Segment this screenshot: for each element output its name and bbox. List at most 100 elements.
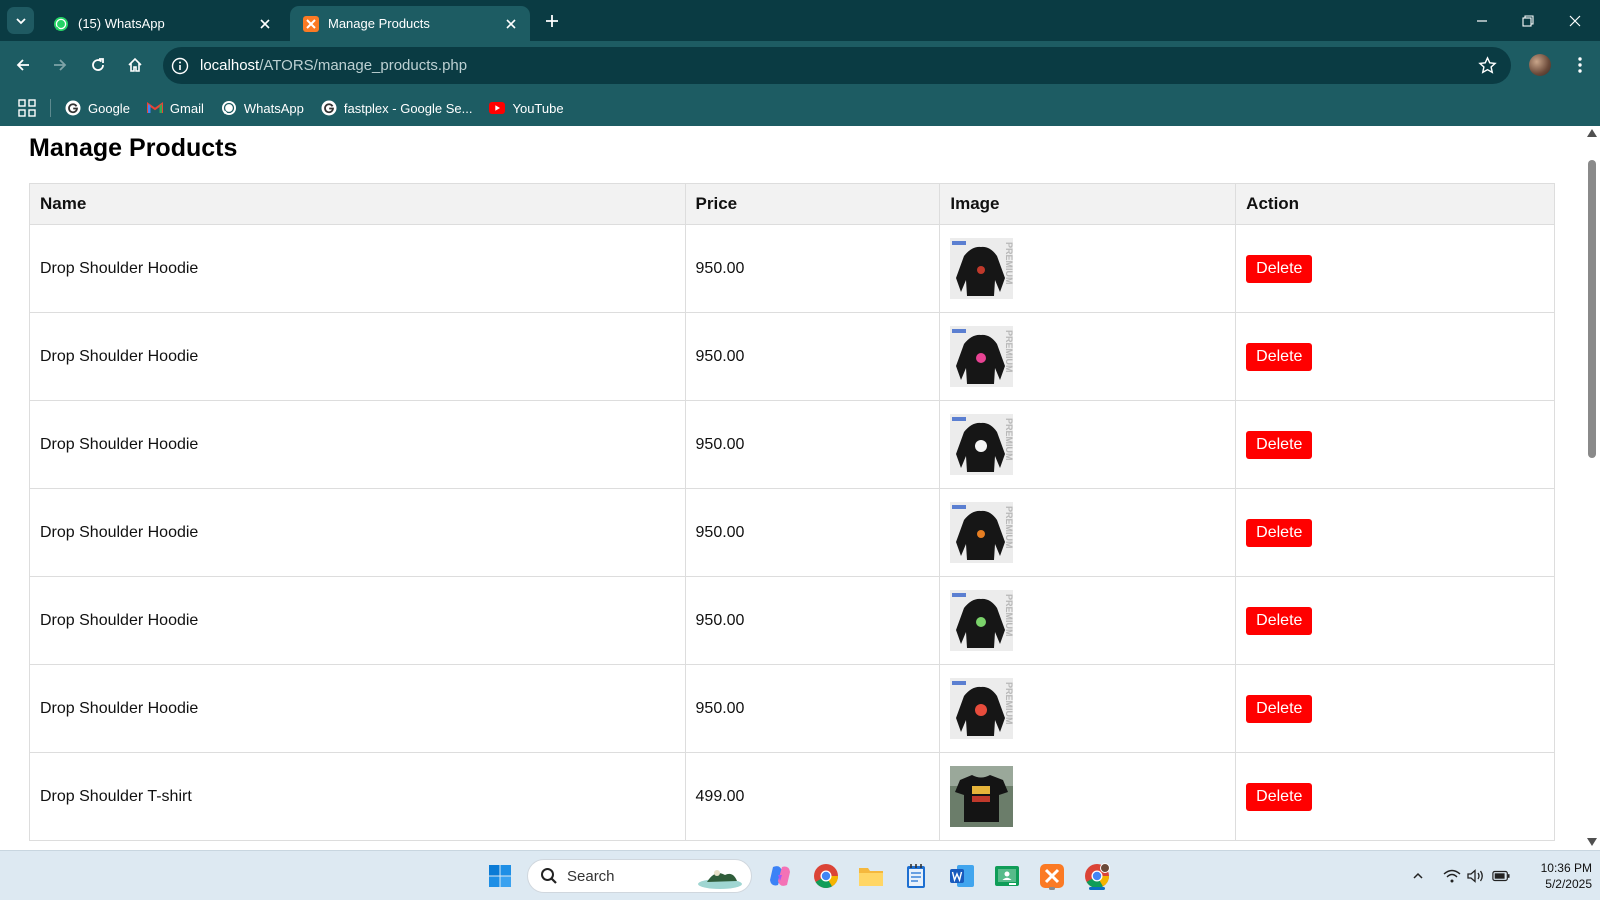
close-window-button[interactable] xyxy=(1562,8,1588,34)
arrow-left-icon xyxy=(16,59,29,71)
hoodie-thumbnail: PREMIUM xyxy=(950,502,1014,563)
svg-text:PREMIUM: PREMIUM xyxy=(1004,418,1013,461)
scroll-up-arrow-icon[interactable] xyxy=(1587,129,1597,137)
products-table: Name Price Image Action Drop Shoulder Ho… xyxy=(29,183,1555,841)
product-name: Drop Shoulder Hoodie xyxy=(29,576,686,665)
apps-grid-icon[interactable] xyxy=(18,99,36,117)
restore-button[interactable] xyxy=(1515,8,1541,34)
notepad-app[interactable] xyxy=(900,860,932,892)
tab-manage-products[interactable]: Manage Products xyxy=(290,6,530,41)
product-action-cell: Delete xyxy=(1235,664,1555,753)
close-icon xyxy=(1569,15,1581,27)
tab-whatsapp[interactable]: (15) WhatsApp xyxy=(40,6,284,41)
google-icon xyxy=(321,100,337,116)
bookmark-whatsapp[interactable]: WhatsApp xyxy=(221,100,304,116)
notepad-icon xyxy=(907,864,925,888)
file-explorer-app[interactable] xyxy=(855,860,887,892)
hoodie-thumbnail: PREMIUM xyxy=(950,326,1014,387)
chrome-app[interactable] xyxy=(810,860,842,892)
page-scrollbar[interactable] xyxy=(1584,126,1600,850)
forward-button[interactable] xyxy=(47,52,73,78)
copilot-app[interactable] xyxy=(764,860,796,892)
product-name: Drop Shoulder Hoodie xyxy=(29,224,686,313)
scroll-down-arrow-icon[interactable] xyxy=(1587,838,1597,846)
bookmark-label: YouTube xyxy=(512,100,564,116)
column-header-price: Price xyxy=(684,183,941,225)
active-indicator xyxy=(1089,887,1105,890)
delete-button[interactable]: Delete xyxy=(1246,518,1313,547)
classroom-app[interactable] xyxy=(991,860,1023,892)
tab-title: (15) WhatsApp xyxy=(78,16,165,31)
delete-button[interactable]: Delete xyxy=(1246,254,1313,283)
new-tab-button[interactable] xyxy=(542,11,562,31)
battery-icon xyxy=(1492,870,1510,882)
bookmark-gmail[interactable]: Gmail xyxy=(146,100,204,116)
speaker-icon xyxy=(1467,869,1483,883)
close-icon[interactable] xyxy=(502,15,520,33)
svg-text:PREMIUM: PREMIUM xyxy=(1004,682,1013,725)
delete-button[interactable]: Delete xyxy=(1246,342,1313,371)
chevron-up-icon xyxy=(1413,872,1423,879)
product-name: Drop Shoulder Hoodie xyxy=(29,400,686,489)
product-image-cell: PREMIUM xyxy=(939,224,1237,313)
start-button[interactable] xyxy=(484,860,516,892)
close-icon[interactable] xyxy=(256,15,274,33)
reload-button[interactable] xyxy=(85,52,111,78)
clock-time: 10:36 PM xyxy=(1540,861,1592,875)
minimize-button[interactable] xyxy=(1469,8,1495,34)
address-bar[interactable]: localhost/ATORS/manage_products.php xyxy=(163,47,1511,84)
bookmark-fastplex[interactable]: fastplex - Google Se... xyxy=(321,100,473,116)
delete-button[interactable]: Delete xyxy=(1246,782,1313,811)
page-viewport: Manage Products Name Price Image Action … xyxy=(0,126,1584,850)
taskbar-search-box[interactable]: Search xyxy=(527,859,752,893)
delete-button[interactable]: Delete xyxy=(1246,430,1313,459)
svg-text:PREMIUM: PREMIUM xyxy=(1004,330,1013,373)
delete-button[interactable]: Delete xyxy=(1246,606,1313,635)
word-app[interactable] xyxy=(946,860,978,892)
product-action-cell: Delete xyxy=(1235,312,1555,401)
browser-toolbar: localhost/ATORS/manage_products.php xyxy=(0,41,1600,90)
delete-button[interactable]: Delete xyxy=(1246,694,1313,723)
folder-icon xyxy=(859,868,883,886)
bookmark-youtube[interactable]: YouTube xyxy=(489,100,564,116)
browser-menu-button[interactable] xyxy=(1567,52,1593,78)
hoodie-thumbnail: PREMIUM xyxy=(950,678,1014,739)
volume-status[interactable] xyxy=(1467,867,1485,885)
plus-icon xyxy=(546,15,558,27)
bookmark-google[interactable]: Google xyxy=(65,100,130,116)
product-image-cell: PREMIUM xyxy=(939,400,1237,489)
battery-status[interactable] xyxy=(1492,867,1510,885)
hoodie-thumbnail: PREMIUM xyxy=(950,238,1014,299)
wifi-status[interactable] xyxy=(1443,867,1461,885)
site-info-icon[interactable] xyxy=(171,57,189,75)
column-header-image: Image xyxy=(939,183,1237,225)
bookmark-label: fastplex - Google Se... xyxy=(343,100,473,116)
table-row: Drop Shoulder Hoodie 950.00 PREMIUM Dele… xyxy=(29,576,1555,665)
system-clock[interactable]: 10:36 PM 5/2/2025 xyxy=(1522,860,1592,892)
product-price: 950.00 xyxy=(684,576,941,665)
xampp-app[interactable] xyxy=(1036,860,1068,892)
products-table-body: Drop Shoulder Hoodie 950.00 PREMIUM Dele… xyxy=(29,224,1555,841)
chrome-icon xyxy=(1085,863,1110,889)
product-image-cell: PREMIUM xyxy=(939,664,1237,753)
scroll-thumb[interactable] xyxy=(1588,160,1596,458)
home-button[interactable] xyxy=(122,52,148,78)
chrome-profile-app[interactable] xyxy=(1081,860,1113,892)
product-action-cell: Delete xyxy=(1235,400,1555,489)
profile-avatar[interactable] xyxy=(1529,54,1551,76)
svg-text:PREMIUM: PREMIUM xyxy=(1004,506,1013,549)
tab-search-button[interactable] xyxy=(7,7,34,34)
bookmark-label: Google xyxy=(88,100,130,116)
bookmarks-divider xyxy=(50,99,51,117)
windows-taskbar: Search 10:36 PM 5/2/2025 xyxy=(0,850,1600,900)
windows-logo-icon xyxy=(489,865,511,887)
restore-icon xyxy=(1522,15,1534,27)
product-action-cell: Delete xyxy=(1235,224,1555,313)
word-icon xyxy=(950,865,974,887)
product-price: 950.00 xyxy=(684,400,941,489)
table-row: Drop Shoulder Hoodie 950.00 PREMIUM Dele… xyxy=(29,488,1555,577)
product-price: 499.00 xyxy=(684,752,941,841)
back-button[interactable] xyxy=(10,52,36,78)
bookmark-star-icon[interactable] xyxy=(1478,56,1497,75)
show-hidden-icons-button[interactable] xyxy=(1409,867,1427,885)
